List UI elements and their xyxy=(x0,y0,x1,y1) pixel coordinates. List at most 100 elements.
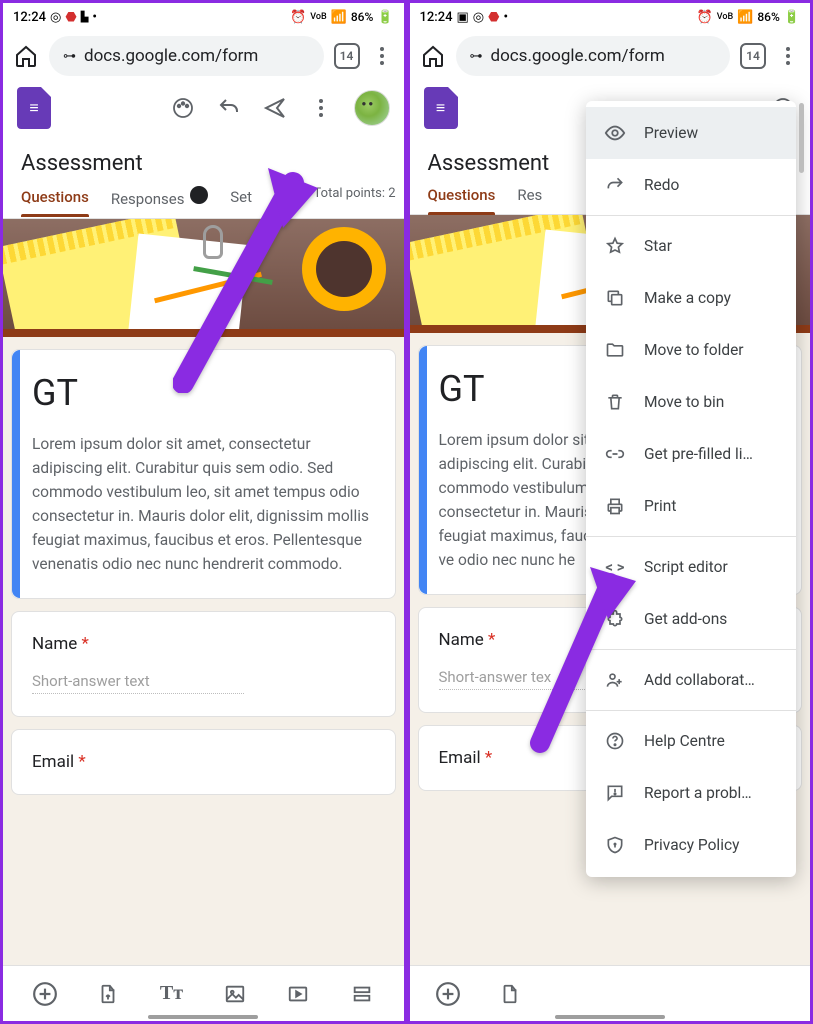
battery-text: 86% xyxy=(351,10,373,24)
signal-icon: 📶 xyxy=(331,10,347,25)
forms-logo-icon[interactable]: ≡ xyxy=(424,87,458,129)
more-dots: • xyxy=(92,10,97,25)
question-email[interactable]: Email * xyxy=(11,729,396,795)
menu-privacy[interactable]: Privacy Policy xyxy=(586,819,796,871)
url-bar[interactable]: ⊶ docs.google.com/form xyxy=(49,36,324,76)
eye-icon xyxy=(604,122,626,144)
url-bar[interactable]: ⊶ docs.google.com/form xyxy=(456,36,731,76)
tabs-button[interactable]: 14 xyxy=(334,43,360,69)
menu-collaborators[interactable]: Add collaborat… xyxy=(586,654,796,706)
status-bar: 12:24 ▣ ◎ ⬣ • ⏰ VoB 📶 86% 🔋 xyxy=(410,3,811,31)
chrome-overflow-icon[interactable] xyxy=(776,47,800,65)
tab-questions[interactable]: Questions xyxy=(428,186,496,214)
question-toolbar: Tᴛ xyxy=(3,965,404,1021)
home-icon[interactable] xyxy=(420,43,446,69)
signal-icon: 📶 xyxy=(737,10,753,25)
q2-label: Email xyxy=(32,752,74,772)
folder-icon xyxy=(604,339,626,361)
menu-help[interactable]: Help Centre xyxy=(586,715,796,767)
import-questions-icon[interactable] xyxy=(94,980,122,1008)
alarm-icon: ⏰ xyxy=(697,10,713,25)
menu-report[interactable]: Report a probl… xyxy=(586,767,796,819)
tab-settings[interactable]: Set xyxy=(230,188,252,216)
screenshot-right: 12:24 ▣ ◎ ⬣ • ⏰ VoB 📶 86% 🔋 ⊶ docs.googl… xyxy=(407,0,813,1024)
script-icon: < > xyxy=(604,556,626,578)
tab-questions[interactable]: Questions xyxy=(21,188,89,216)
menu-print[interactable]: Print xyxy=(586,480,796,532)
alarm-icon: ⏰ xyxy=(290,10,306,25)
stop-icon: ⬣ xyxy=(488,10,499,25)
responses-badge xyxy=(190,186,208,204)
add-title-icon[interactable]: Tᴛ xyxy=(158,980,186,1008)
form-description: Lorem ipsum dolor sit amet, consectetur … xyxy=(32,432,375,576)
question-name[interactable]: Name * Short-answer text xyxy=(11,611,396,717)
menu-star[interactable]: Star xyxy=(586,220,796,272)
menu-copy[interactable]: Make a copy xyxy=(586,272,796,324)
menu-bin[interactable]: Move to bin xyxy=(586,376,796,428)
print-icon xyxy=(604,495,626,517)
shield-icon xyxy=(604,834,626,856)
add-question-icon[interactable] xyxy=(434,980,462,1008)
site-settings-icon: ⊶ xyxy=(470,49,483,64)
volte-icon: VoB xyxy=(717,12,733,22)
q1-label: Name xyxy=(439,630,484,650)
menu-script[interactable]: < >Script editor xyxy=(586,541,796,593)
undo-icon[interactable] xyxy=(216,95,242,121)
chrome-overflow-icon[interactable] xyxy=(370,47,394,65)
home-icon[interactable] xyxy=(13,43,39,69)
stop-icon: ⬣ xyxy=(65,10,76,25)
people-icon xyxy=(604,669,626,691)
feedback-icon xyxy=(604,782,626,804)
forms-overflow-icon[interactable] xyxy=(308,95,334,121)
avatar[interactable] xyxy=(354,90,390,126)
add-section-icon[interactable] xyxy=(348,980,376,1008)
url-text: docs.google.com/form xyxy=(84,46,258,66)
title-card[interactable]: GT Lorem ipsum dolor sit amet, consectet… xyxy=(11,349,396,599)
chrome-toolbar: ⊶ docs.google.com/form 14 xyxy=(3,31,404,81)
required-star: * xyxy=(82,634,89,654)
question-toolbar xyxy=(410,965,811,1021)
add-image-icon[interactable] xyxy=(221,980,249,1008)
forms-logo-icon[interactable]: ≡ xyxy=(17,87,51,129)
overflow-menu: Preview Redo Star Make a copy Move to fo… xyxy=(586,101,796,877)
tab-responses[interactable]: Responses xyxy=(111,186,208,218)
q1-placeholder: Short-answer text xyxy=(32,672,244,694)
battery-text: 86% xyxy=(757,10,779,24)
menu-addons[interactable]: Get add-ons xyxy=(586,593,796,645)
site-settings-icon: ⊶ xyxy=(63,49,76,64)
gesture-bar xyxy=(148,1015,258,1019)
screenshot-left: 12:24 ◎ ⬣ ▙ • ⏰ VoB 📶 86% 🔋 ⊶ docs.googl… xyxy=(0,0,407,1024)
status-bar: 12:24 ◎ ⬣ ▙ • ⏰ VoB 📶 86% 🔋 xyxy=(3,3,404,31)
form-title[interactable]: Assessment xyxy=(3,135,404,176)
add-question-icon[interactable] xyxy=(31,980,59,1008)
palette-icon[interactable] xyxy=(170,95,196,121)
more-dots: • xyxy=(503,10,508,25)
redo-icon xyxy=(604,174,626,196)
gesture-bar xyxy=(555,1015,665,1019)
chrome-toolbar: ⊶ docs.google.com/form 14 xyxy=(410,31,811,81)
menu-redo[interactable]: Redo xyxy=(586,159,796,211)
link-icon xyxy=(604,443,626,465)
tab-responses[interactable]: Res xyxy=(517,186,542,214)
url-text: docs.google.com/form xyxy=(491,46,665,66)
status-time: 12:24 xyxy=(13,10,46,25)
form-header-image xyxy=(3,219,404,329)
misc-icon: ▙ xyxy=(81,12,89,23)
import-questions-icon[interactable] xyxy=(496,980,524,1008)
form-heading: GT xyxy=(32,372,375,414)
menu-move[interactable]: Move to folder xyxy=(586,324,796,376)
battery-icon: 🔋 xyxy=(377,10,393,25)
trash-icon xyxy=(604,391,626,413)
instagram-icon: ◎ xyxy=(473,10,484,25)
gallery-icon: ▣ xyxy=(456,10,468,25)
menu-prefill[interactable]: Get pre-filled li… xyxy=(586,428,796,480)
forms-tabs: Questions Responses Set Total points: 2 xyxy=(3,176,404,219)
copy-icon xyxy=(604,287,626,309)
required-star: * xyxy=(78,752,85,772)
menu-scrollbar[interactable] xyxy=(799,103,804,173)
menu-preview[interactable]: Preview xyxy=(586,107,796,159)
add-video-icon[interactable] xyxy=(284,980,312,1008)
help-icon xyxy=(604,730,626,752)
send-icon[interactable] xyxy=(262,95,288,121)
tabs-button[interactable]: 14 xyxy=(740,43,766,69)
